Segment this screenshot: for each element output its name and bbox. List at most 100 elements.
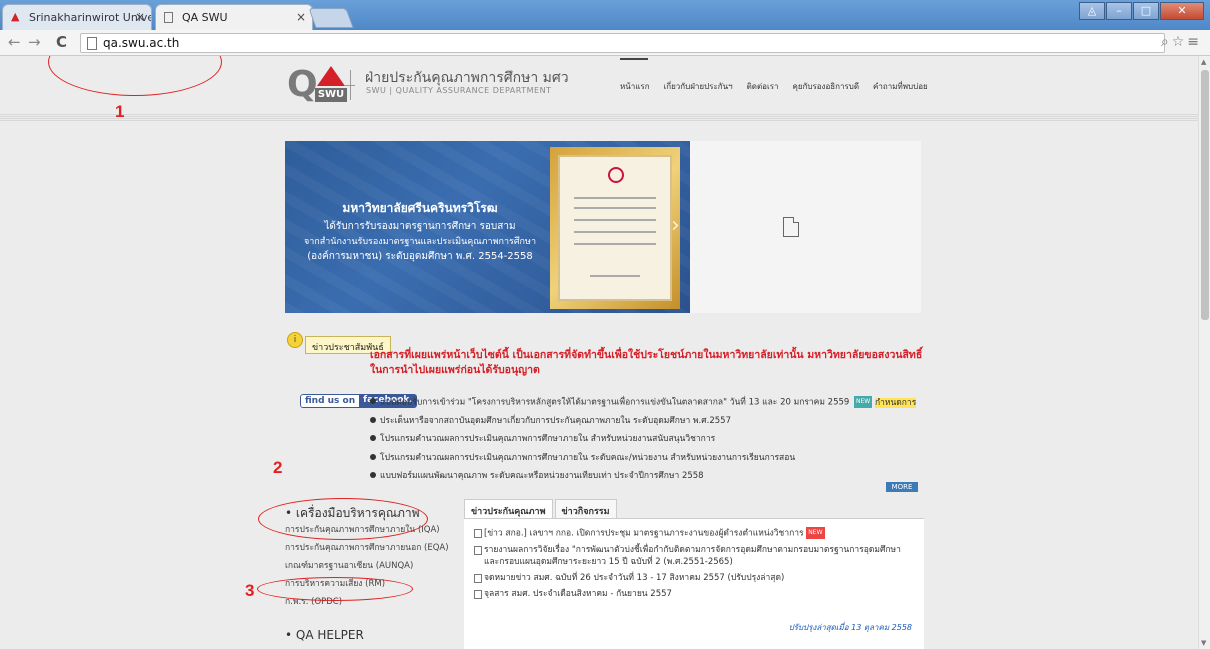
user-icon[interactable]: ◬ [1079, 2, 1105, 20]
browser-tab-qa-swu[interactable]: QA SWU × [155, 4, 313, 30]
new-tab-button[interactable] [308, 8, 354, 28]
annotation-number-2: 2 [273, 458, 283, 477]
nav-contact[interactable]: ติดต่อเรา [747, 80, 779, 93]
news-text: ประเด็นหารือจากสถาบันอุดมศึกษาเกี่ยวกับก… [380, 415, 731, 426]
certificate-line [574, 231, 656, 233]
nav-faq[interactable]: คำถามที่พบบ่อย [873, 80, 928, 93]
logo-swu-badge: SWU [315, 88, 347, 102]
facebook-find-us: find us on [300, 394, 360, 408]
logo-divider-cross [345, 85, 355, 86]
header-stripe [0, 114, 1198, 122]
logo-a-triangle [317, 66, 345, 86]
banner-slide: มหาวิทยาลัยศรีนครินทรวิโรฒ ได้รับการรับร… [285, 141, 690, 313]
tab-title: QA SWU [182, 11, 228, 24]
maximize-icon[interactable]: □ [1133, 2, 1159, 20]
sidebar-item-aunqa[interactable]: เกณฑ์มาตรฐานอาเซียน (AUNQA) [285, 560, 465, 578]
address-bar[interactable]: qa.swu.ac.th [80, 33, 1165, 53]
banner-line: (องค์การมหาชน) ระดับอุดมศึกษา พ.ศ. 2554-… [307, 251, 533, 262]
tab-title: Srinakharinwirot Universi... [29, 11, 152, 24]
browser-tabstrip: ▲ Srinakharinwirot Universi... × QA SWU … [0, 0, 1210, 30]
annotation-number-1: 1 [115, 102, 125, 121]
reload-icon[interactable]: C [56, 33, 67, 51]
browser-tab-srinakharinwirot[interactable]: ▲ Srinakharinwirot Universi... × [2, 4, 152, 30]
nav-label: คุยกับรองอธิการบดี [792, 82, 860, 91]
list-item[interactable]: ประเด็นหารือจากสถาบันอุดมศึกษาเกี่ยวกับก… [370, 415, 930, 434]
page-icon [87, 37, 97, 50]
list-item[interactable]: โปรแกรมคำนวณผลการประเมินคุณภาพการศึกษาภา… [370, 452, 930, 471]
news-tabs-panel: ข่าวประกันคุณภาพ ข่าวกิจกรรม [ข่าว สกอ.]… [464, 499, 924, 649]
schedule-link[interactable]: กำหนดการ [874, 397, 917, 408]
banner-line: จากสำนักงานรับรองมาตรฐานและประเมินคุณภาพ… [303, 237, 536, 247]
list-item[interactable]: แบบตอบรับการเข้าร่วม "โครงการบริหารหลักส… [370, 396, 930, 415]
back-arrow-icon[interactable]: ← [8, 33, 21, 51]
scroll-up-icon[interactable]: ▲ [1201, 58, 1206, 66]
certificate-paper [558, 155, 672, 301]
nav-label: เกี่ยวกับฝ่ายประกันฯ [663, 82, 733, 91]
nav-vice-president[interactable]: คุยกับรองอธิการบดี [792, 80, 859, 93]
tab-activities[interactable]: ข่าวกิจกรรม [554, 499, 617, 518]
broken-image-icon [783, 217, 799, 237]
zoom-star-menu-icons[interactable]: ⌕☆≡ [1161, 34, 1202, 50]
banner-slider[interactable]: มหาวิทยาลัยศรีนครินทรวิโรฒ ได้รับการรับร… [285, 141, 921, 313]
scrollbar-thumb[interactable] [1201, 70, 1209, 320]
list-item[interactable]: รายงานผลการวิจัยเรื่อง "การพัฒนาตัวบ่งชี… [474, 544, 914, 568]
list-item[interactable]: จุลสาร สมศ. ประจำเดือนสิงหาคม - กันยายน … [474, 588, 914, 600]
certificate-line [574, 243, 656, 245]
close-window-icon[interactable]: ✕ [1160, 2, 1204, 20]
list-item[interactable]: แบบฟอร์มแผนพัฒนาคุณภาพ ระดับคณะหรือหน่วย… [370, 470, 930, 489]
annotation-number-3: 3 [245, 581, 255, 600]
minimize-icon[interactable]: – [1106, 2, 1132, 20]
banner-line: ได้รับการรับรองมาตรฐานการศึกษา รอบสาม [324, 221, 516, 232]
tab-content: [ข่าว สกอ.] เลขาฯ กกอ. เปิดการประชุม มาต… [464, 519, 924, 649]
site-title-english: SWU | QUALITY ASSURANCE DEPARTMENT [366, 86, 552, 95]
certificate-signature [590, 275, 640, 277]
annotation-ellipse-2 [258, 498, 428, 540]
news-text: โปรแกรมคำนวณผลการประเมินคุณภาพการศึกษาภา… [380, 452, 796, 463]
news-text: รายงานผลการวิจัยเรื่อง "การพัฒนาตัวบ่งชี… [484, 544, 901, 567]
news-text: แบบตอบรับการเข้าร่วม "โครงการบริหารหลักส… [380, 397, 850, 408]
news-text: จดหมายข่าว สมศ. ฉบับที่ 26 ประจำวันที่ 1… [484, 572, 785, 583]
certificate-line [574, 219, 656, 221]
list-item[interactable]: โปรแกรมคำนวณผลการประเมินคุณภาพการศึกษาภา… [370, 433, 930, 452]
banner-title: มหาวิทยาลัยศรีนครินทรวิโรฒ [342, 201, 498, 215]
nav-label: คำถามที่พบบ่อย [873, 82, 928, 91]
nav-home[interactable]: หน้าแรก [620, 58, 650, 93]
qa-swu-logo[interactable]: Q SWU [287, 64, 347, 105]
certificate-line [574, 197, 656, 199]
news-text: จุลสาร สมศ. ประจำเดือนสิงหาคม - กันยายน … [484, 588, 672, 599]
vertical-scrollbar[interactable]: ▲ ▼ [1198, 56, 1210, 649]
list-item[interactable]: [ข่าว สกอ.] เลขาฯ กกอ. เปิดการประชุม มาต… [474, 527, 914, 540]
certificate-image [550, 147, 680, 309]
browser-toolbar: ← → C qa.swu.ac.th ⌕☆≡ [0, 30, 1210, 56]
news-text: แบบฟอร์มแผนพัฒนาคุณภาพ ระดับคณะหรือหน่วย… [380, 471, 704, 481]
top-navigation: หน้าแรก เกี่ยวกับฝ่ายประกันฯ ติดต่อเรา ค… [620, 58, 928, 93]
certificate-line [574, 207, 656, 209]
new-badge: NEW [806, 527, 825, 539]
web-page: Q SWU ฝ่ายประกันคุณภาพการศึกษา มศว SWU |… [0, 56, 1198, 649]
forward-arrow-icon[interactable]: → [28, 33, 41, 51]
news-tabs: ข่าวประกันคุณภาพ ข่าวกิจกรรม [464, 499, 924, 519]
list-item[interactable]: จดหมายข่าว สมศ. ฉบับที่ 26 ประจำวันที่ 1… [474, 572, 914, 584]
close-tab-icon[interactable]: × [296, 10, 306, 24]
certificate-seal [608, 167, 624, 183]
tab-qa-news[interactable]: ข่าวประกันคุณภาพ [464, 499, 553, 518]
more-button[interactable]: MORE [886, 482, 918, 492]
disclaimer-notice: เอกสารที่เผยแพร่หน้าเว็บไซต์นี้ เป็นเอกส… [370, 349, 923, 376]
sidebar-item-eqa[interactable]: การประกันคุณภาพการศึกษาภายนอก (EQA) [285, 542, 465, 560]
news-text: [ข่าว สกอ.] เลขาฯ กกอ. เปิดการประชุม มาต… [484, 528, 804, 539]
sidebar-heading-text: QA HELPER [295, 628, 364, 642]
url-text: qa.swu.ac.th [103, 36, 180, 50]
close-tab-icon[interactable]: × [135, 10, 145, 24]
nav-active-indicator [620, 58, 648, 60]
logo-q-letter: Q [287, 64, 318, 105]
nav-label: หน้าแรก [620, 82, 650, 91]
new-badge: NEW [854, 396, 873, 408]
last-updated-text: ปรับปรุงล่าสุดเมื่อ 13 ตุลาคม 2558 [788, 623, 912, 632]
banner-next-arrow-icon[interactable]: › [671, 213, 680, 238]
window-controls: ◬ – □ ✕ [1079, 2, 1204, 20]
info-icon: i [287, 332, 303, 348]
university-favicon-icon: ▲ [11, 10, 20, 23]
scroll-down-icon[interactable]: ▼ [1201, 639, 1206, 647]
annotation-ellipse-3 [257, 577, 413, 601]
nav-about[interactable]: เกี่ยวกับฝ่ายประกันฯ [664, 80, 733, 93]
